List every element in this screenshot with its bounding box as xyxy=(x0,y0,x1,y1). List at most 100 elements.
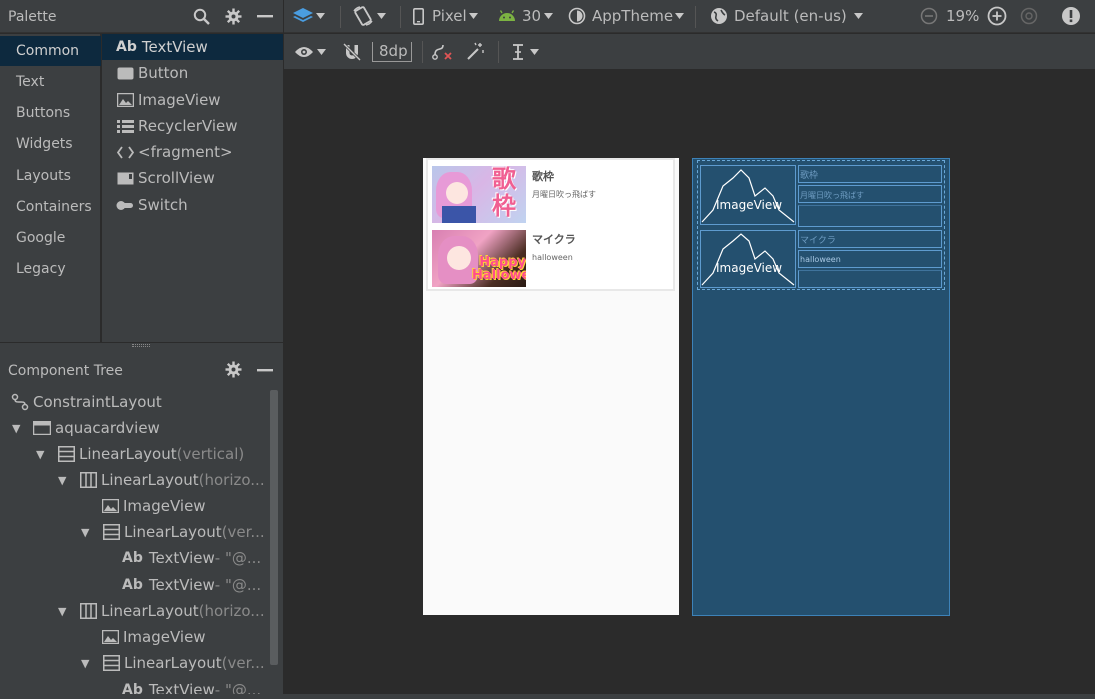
mountain-placeholder-icon xyxy=(701,169,795,223)
expand-arrow-icon[interactable]: ▼ xyxy=(58,605,72,618)
palette-item-label: Button xyxy=(138,64,189,82)
api-level-dropdown[interactable]: 30 xyxy=(498,4,554,28)
zoom-level: 19% xyxy=(946,7,980,25)
blueprint-card-1-title: 歌枠 xyxy=(800,171,819,181)
align-dropdown[interactable] xyxy=(511,40,539,64)
tree-row-linearlayout-horizontal[interactable]: ▼ LinearLayout (horizo... xyxy=(58,467,265,493)
zoom-in-icon[interactable] xyxy=(987,6,1007,26)
tree-row-imageview[interactable]: ImageView xyxy=(100,624,206,650)
blueprint-card-2-title: マイクラ xyxy=(800,236,836,246)
tree-row-detail: - "@... xyxy=(214,576,262,594)
blueprint-text-column-2[interactable]: マイクラ halloween xyxy=(798,230,942,288)
panel-splitter[interactable] xyxy=(0,342,283,352)
category-widgets[interactable]: Widgets xyxy=(0,129,101,159)
palette-item-textview[interactable]: Ab TextView xyxy=(102,34,283,60)
textview-icon: Ab xyxy=(122,577,143,593)
gear-icon[interactable] xyxy=(224,360,242,378)
palette-item-fragment[interactable]: <fragment> xyxy=(102,139,283,165)
tree-row-detail: (horizo... xyxy=(198,602,265,620)
component-tree-header: Component Tree xyxy=(0,352,283,387)
expand-arrow-icon[interactable]: ▼ xyxy=(58,474,72,487)
category-buttons[interactable]: Buttons xyxy=(0,98,101,128)
chevron-down-icon xyxy=(468,13,478,19)
android-icon xyxy=(498,10,516,22)
expand-arrow-icon[interactable]: ▼ xyxy=(81,657,95,670)
palette-item-recyclerview[interactable]: RecyclerView xyxy=(102,113,283,139)
search-icon[interactable] xyxy=(192,7,210,25)
vertical-layout-icon xyxy=(101,654,121,672)
tree-row-linearlayout-vertical[interactable]: ▼ LinearLayout (vertical) xyxy=(36,441,244,467)
expand-arrow-icon[interactable]: ▼ xyxy=(36,448,50,461)
palette-item-imageview[interactable]: ImageView xyxy=(102,87,283,113)
category-text[interactable]: Text xyxy=(0,67,101,97)
palette-item-button[interactable]: Button xyxy=(102,60,283,86)
orientation-dropdown[interactable] xyxy=(352,4,386,28)
expand-arrow-icon[interactable]: ▼ xyxy=(12,422,26,435)
theme-dropdown[interactable]: AppTheme xyxy=(568,4,685,28)
card-2-title: マイクラ xyxy=(532,233,576,246)
vertical-layout-icon xyxy=(56,445,76,463)
tree-row-linearlayout-horizontal[interactable]: ▼ LinearLayout (horizo... xyxy=(58,598,265,624)
api-level-label: 30 xyxy=(522,7,542,25)
phone-icon xyxy=(413,7,424,25)
chevron-down-icon xyxy=(853,13,863,19)
blueprint-spacer-1 xyxy=(798,205,942,227)
category-layouts[interactable]: Layouts xyxy=(0,161,101,191)
layers-dropdown[interactable] xyxy=(292,4,325,28)
locale-dropdown[interactable]: Default (en-us) xyxy=(710,4,863,28)
thumbnail-2-text: Happy Halloween xyxy=(472,255,526,283)
minimize-icon[interactable] xyxy=(257,14,273,18)
expand-arrow-icon[interactable]: ▼ xyxy=(81,526,95,539)
category-legacy[interactable]: Legacy xyxy=(0,254,101,284)
design-toolbar: Pixel 30 AppTheme Default (en-us) 19% xyxy=(284,0,1095,33)
tree-row-linearlayout-vertical[interactable]: ▼ LinearLayout (ver... xyxy=(81,519,265,545)
scrollview-icon xyxy=(116,170,134,186)
toolbar-separator xyxy=(498,41,499,63)
blueprint-text-column-1[interactable]: 歌枠 月曜日吹っ飛ばす xyxy=(798,165,942,227)
clear-constraints-icon[interactable] xyxy=(431,42,453,62)
minimize-icon[interactable] xyxy=(257,368,273,372)
card-1-title: 歌枠 xyxy=(532,170,554,183)
fragment-icon xyxy=(116,144,134,160)
category-common[interactable]: Common xyxy=(0,36,101,66)
blueprint-imageview-2[interactable]: ImageView xyxy=(700,230,796,288)
card-thumbnail-1[interactable]: 歌 枠 xyxy=(432,166,526,223)
theme-icon xyxy=(568,7,586,25)
view-options-dropdown[interactable] xyxy=(294,40,326,64)
locale-label: Default (en-us) xyxy=(734,7,847,25)
tree-row-label: ConstraintLayout xyxy=(33,393,162,411)
category-google[interactable]: Google xyxy=(0,223,101,253)
tree-scrollbar[interactable] xyxy=(270,390,278,665)
tree-row-label: ImageView xyxy=(123,628,206,646)
palette-item-label: ImageView xyxy=(138,91,221,109)
palette-item-scrollview[interactable]: ScrollView xyxy=(102,165,283,191)
palette-item-label: Switch xyxy=(138,196,188,214)
warning-icon[interactable] xyxy=(1061,6,1081,26)
category-containers[interactable]: Containers xyxy=(0,192,101,222)
blueprint-card[interactable]: ImageView 歌枠 月曜日吹っ飛ばす ImageView マイクラ hal… xyxy=(697,160,945,290)
tree-row-linearlayout-vertical[interactable]: ▼ LinearLayout (ver... xyxy=(81,650,265,676)
palette-item-label: ScrollView xyxy=(138,169,215,187)
device-dropdown[interactable]: Pixel xyxy=(413,4,478,28)
infer-constraints-wand-icon[interactable] xyxy=(465,42,485,62)
gear-icon[interactable] xyxy=(224,7,242,25)
palette-item-label: <fragment> xyxy=(138,143,233,161)
design-canvas[interactable] xyxy=(284,70,1095,694)
card-thumbnail-2[interactable]: Happy Halloween xyxy=(432,230,526,287)
default-margins-field[interactable]: 8dp xyxy=(372,42,412,62)
palette-item-switch[interactable]: Switch xyxy=(102,192,283,218)
chevron-down-icon xyxy=(530,49,539,55)
zoom-to-fit-icon[interactable] xyxy=(1020,7,1038,25)
tree-row-textview[interactable]: Ab TextView - "@... xyxy=(122,572,261,598)
tree-row-textview[interactable]: Ab TextView - "@... xyxy=(122,545,261,571)
tree-row-aquacardview[interactable]: ▼ aquacardview xyxy=(12,415,160,441)
autoconnect-magnet-icon[interactable] xyxy=(342,42,362,62)
tree-row-imageview[interactable]: ImageView xyxy=(100,493,206,519)
tree-row-constraintlayout[interactable]: ConstraintLayout xyxy=(10,389,162,415)
mountain-placeholder-icon xyxy=(701,233,795,286)
aquacardview-preview[interactable]: 歌 枠 歌枠 月曜日吹っ飛ばす Happy Halloween マイクラ hal… xyxy=(428,160,673,289)
zoom-out-icon[interactable] xyxy=(920,7,938,25)
chevron-down-icon xyxy=(316,13,325,19)
splitter-grip[interactable] xyxy=(132,344,150,347)
blueprint-imageview-1[interactable]: ImageView xyxy=(700,165,796,225)
